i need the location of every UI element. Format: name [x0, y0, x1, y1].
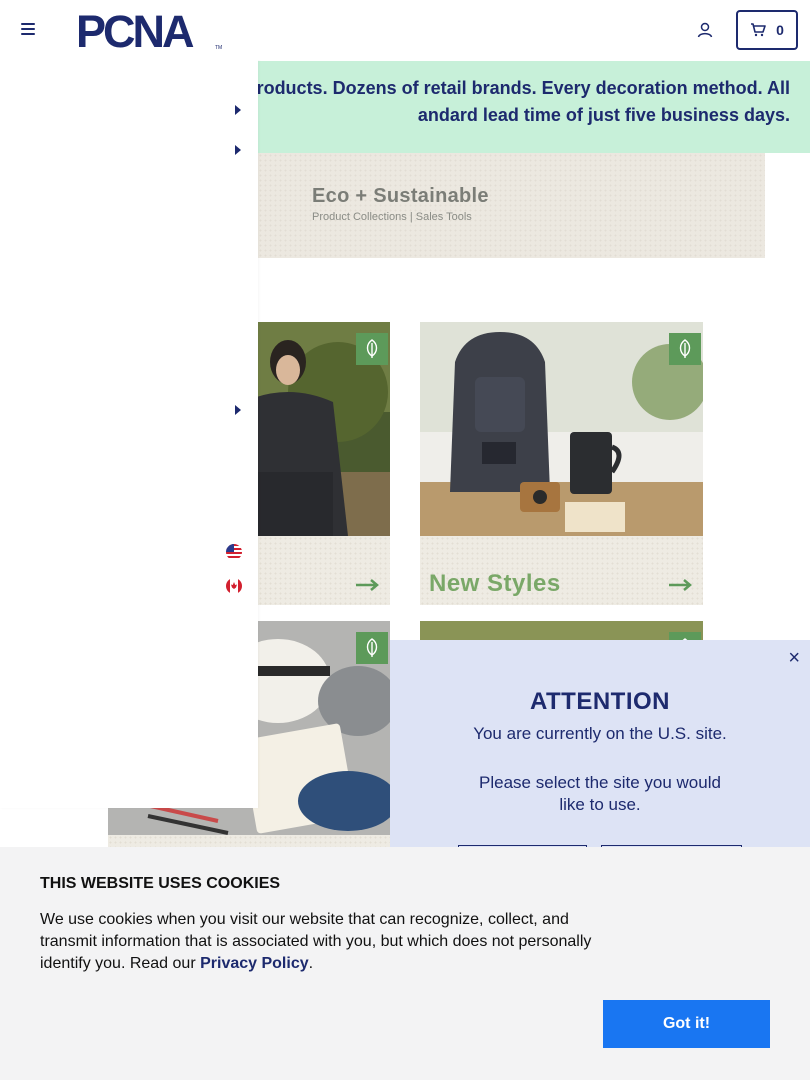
- arrow-right-icon: [669, 579, 692, 591]
- tile-new-styles[interactable]: New Styles: [420, 322, 703, 605]
- cart-button[interactable]: 0: [736, 10, 798, 50]
- logo-text: PCNA: [76, 10, 194, 50]
- modal-select-site-text: Please select the site you would like to…: [479, 773, 721, 814]
- logo-trademark: TM: [215, 45, 222, 50]
- new-styles-photo: [420, 322, 703, 536]
- cookie-title: THIS WEBSITE USES COOKIES: [40, 875, 281, 892]
- leaf-icon: [366, 339, 378, 358]
- accept-cookies-button[interactable]: Got it!: [603, 1000, 770, 1048]
- privacy-policy-link[interactable]: Privacy Policy: [200, 955, 309, 972]
- cookie-body-text: We use cookies when you visit our websit…: [40, 911, 592, 972]
- cookie-body-period: .: [308, 955, 314, 972]
- hamburger-menu-icon[interactable]: [21, 23, 35, 35]
- tile-label-new-styles: New Styles: [429, 570, 561, 597]
- site-header: PCNA TM 0: [0, 0, 810, 60]
- cart-count: 0: [776, 22, 784, 38]
- canada-flag-icon[interactable]: [226, 578, 242, 594]
- cookie-consent-banner: THIS WEBSITE USES COOKIES We use cookies…: [0, 847, 810, 1080]
- close-icon[interactable]: ×: [788, 648, 800, 668]
- leaf-icon: [366, 638, 378, 657]
- tile-footer: New Styles: [420, 536, 703, 605]
- leaf-badge: [356, 632, 388, 664]
- caret-right-icon[interactable]: [234, 145, 242, 155]
- leaf-badge: [356, 333, 388, 365]
- eco-banner-title: Eco + Sustainable: [312, 185, 489, 207]
- modal-title: ATTENTION: [529, 688, 671, 715]
- eco-banner-subtitle: Product Collections | Sales Tools: [312, 211, 472, 223]
- us-flag-icon[interactable]: [226, 544, 242, 560]
- side-navigation-menu: [0, 58, 258, 808]
- caret-right-icon[interactable]: [234, 105, 242, 115]
- cart-icon: [751, 23, 766, 37]
- user-account-icon[interactable]: [696, 21, 714, 39]
- arrow-right-icon: [356, 579, 379, 591]
- modal-current-site-text: You are currently on the U.S. site.: [473, 724, 727, 743]
- pcna-logo[interactable]: PCNA TM: [76, 10, 226, 50]
- leaf-icon: [679, 339, 691, 358]
- leaf-badge: [669, 333, 701, 365]
- caret-right-icon[interactable]: [234, 405, 242, 415]
- cookie-body: We use cookies when you visit our websit…: [40, 909, 615, 975]
